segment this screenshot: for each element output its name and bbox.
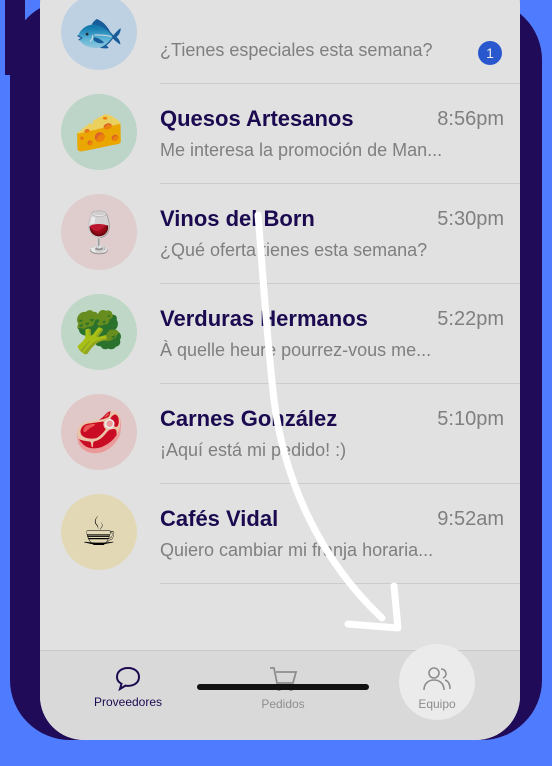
fish-icon: 🐟 <box>61 0 137 70</box>
coffee-cup-icon: ☕ <box>61 494 137 570</box>
broccoli-icon: 🥦 <box>61 294 137 370</box>
cheese-icon: 🧀 <box>61 94 137 170</box>
chat-preview: ¿Tienes especiales esta semana? <box>160 40 433 60</box>
chat-name: Cafés Vidal <box>160 506 279 531</box>
chat-row[interactable]: 🍷 Vinos del Born 5:30pm ¿Qué oferta tien… <box>40 184 520 284</box>
home-indicator <box>197 684 369 690</box>
wine-glass-icon: 🍷 <box>61 194 137 270</box>
chat-row[interactable]: 🥦 Verduras Hermanos 5:22pm À quelle heur… <box>40 284 520 384</box>
tab-equipo[interactable]: Equipo <box>377 651 497 721</box>
chat-time: 5:10pm <box>437 408 504 430</box>
chat-row[interactable]: 🥩 Carnes González 5:10pm ¡Aquí está mi p… <box>40 384 520 484</box>
tab-label: Proveedores <box>93 695 163 709</box>
chat-preview: À quelle heure pourrez-vous me... <box>160 340 432 360</box>
chat-name: Quesos Artesanos <box>160 106 354 131</box>
chat-time: 5:22pm <box>437 308 504 330</box>
chat-preview: Quiero cambiar mi franja horaria... <box>160 540 434 560</box>
steak-icon: 🥩 <box>61 394 137 470</box>
tab-bar: Proveedores Pedidos Equipo <box>40 644 520 740</box>
chat-row[interactable]: 🐟 ¿Tienes especiales esta semana? 1 <box>40 0 520 84</box>
chat-time: 9:52am <box>437 508 504 530</box>
divider <box>160 583 520 584</box>
chat-time: 8:56pm <box>437 108 504 130</box>
tab-label: Pedidos <box>261 697 305 711</box>
chat-row[interactable]: ☕ Cafés Vidal 9:52am Quiero cambiar mi f… <box>40 484 520 584</box>
chat-name: Carnes González <box>160 406 338 431</box>
chat-preview: ¡Aquí está mi pedido! :) <box>160 440 347 460</box>
unread-badge: 1 <box>478 41 502 65</box>
chat-name: Vinos del Born <box>160 206 315 231</box>
chat-name: Verduras Hermanos <box>160 306 368 331</box>
tab-proveedores[interactable]: Proveedores <box>68 651 188 721</box>
tab-label: Equipo <box>418 697 456 711</box>
chat-bubble-icon <box>115 666 141 691</box>
chat-row[interactable]: 🧀 Quesos Artesanos 8:56pm Me interesa la… <box>40 84 520 184</box>
chat-preview: ¿Qué oferta tienes esta semana? <box>160 240 428 260</box>
chat-time: 5:30pm <box>437 208 504 230</box>
chat-preview: Me interesa la promoción de Man... <box>160 140 443 160</box>
phone-screen: 🐟 ¿Tienes especiales esta semana? 1 🧀 Qu… <box>40 0 520 740</box>
people-icon <box>423 667 451 691</box>
